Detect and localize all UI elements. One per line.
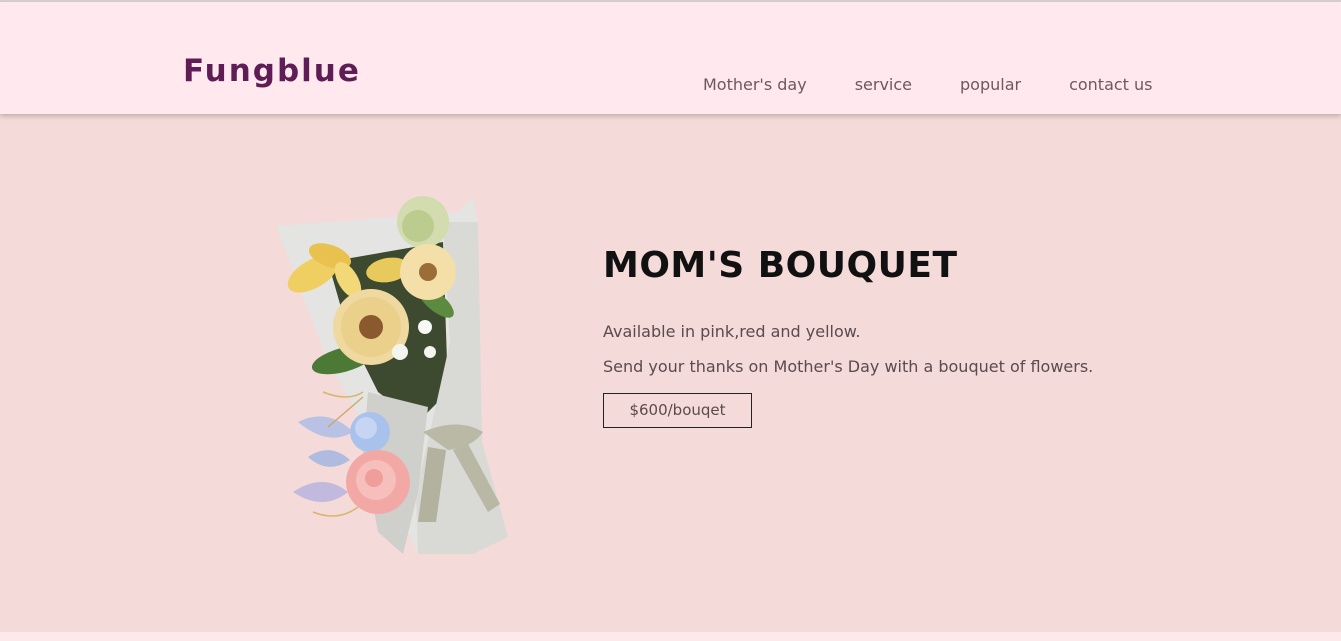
product-colors-text: Available in pink,red and yellow. <box>603 322 861 341</box>
hero-section: MOM'S BOUQUET Available in pink,red and … <box>0 114 1341 632</box>
footer-strip <box>0 632 1341 641</box>
nav-service[interactable]: service <box>855 75 912 95</box>
product-title: MOM'S BOUQUET <box>603 245 958 286</box>
nav-mothers-day[interactable]: Mother's day <box>703 75 807 95</box>
product-description: Send your thanks on Mother's Day with a … <box>603 357 1094 376</box>
brand-logo[interactable]: Fungblue <box>183 56 361 87</box>
main-nav: Mother's day service popular contact us <box>703 75 1153 95</box>
product-info: MOM'S BOUQUET Available in pink,red and … <box>603 244 1093 428</box>
site-header: Fungblue Mother's day service popular co… <box>0 2 1341 114</box>
price-button[interactable]: $600/bouqet <box>603 393 752 428</box>
nav-popular[interactable]: popular <box>960 75 1021 95</box>
nav-contact-us[interactable]: contact us <box>1069 75 1152 95</box>
bouquet-image <box>276 196 508 554</box>
